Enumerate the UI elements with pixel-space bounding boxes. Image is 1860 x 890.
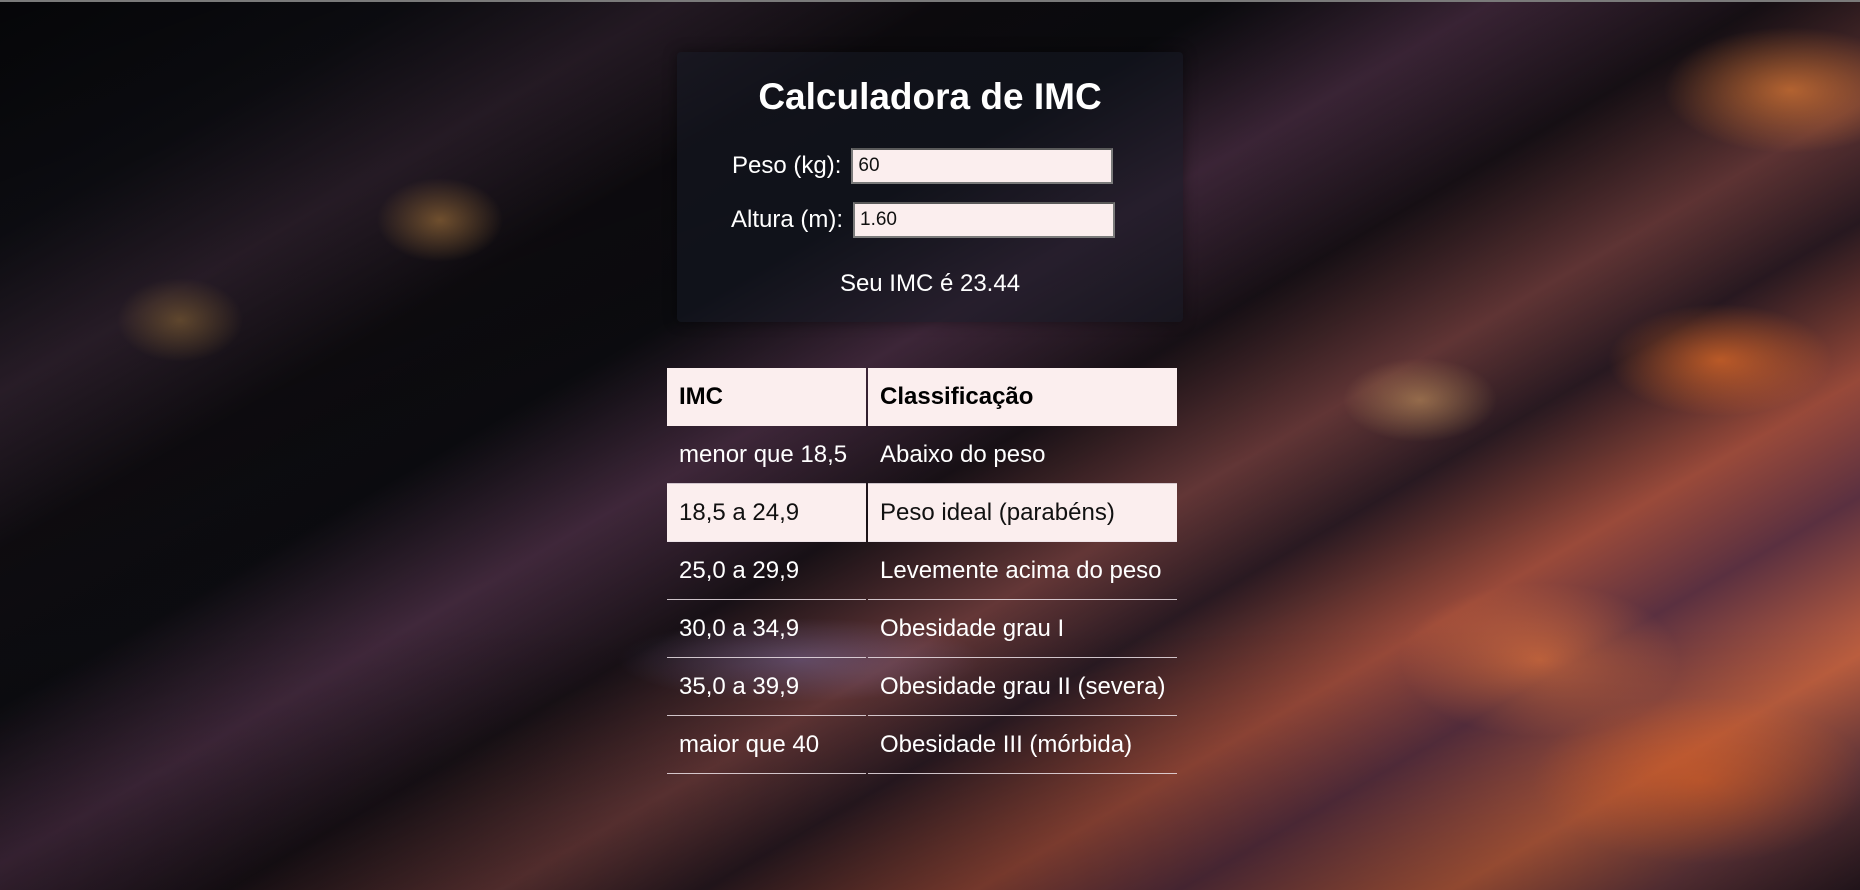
imc-range-cell: 35,0 a 39,9 [667, 658, 866, 716]
imc-range-cell: 30,0 a 34,9 [667, 600, 866, 658]
imc-range-cell: menor que 18,5 [667, 426, 866, 484]
header-imc: IMC [667, 368, 866, 426]
imc-range-cell: 25,0 a 29,9 [667, 542, 866, 600]
imc-range-cell: 18,5 a 24,9 [667, 484, 866, 542]
classification-cell: Obesidade grau II (severa) [868, 658, 1178, 716]
altura-row: Altura (m): [731, 200, 1116, 240]
header-classificacao: Classificação [868, 368, 1178, 426]
table-row: menor que 18,5 Abaixo do peso [667, 426, 1178, 484]
altura-input[interactable] [853, 202, 1116, 238]
imc-classification-table: IMC Classificação menor que 18,5 Abaixo … [665, 368, 1179, 774]
table-row: 35,0 a 39,9 Obesidade grau II (severa) [667, 658, 1178, 716]
table-row: 25,0 a 29,9 Levemente acima do peso [667, 542, 1178, 600]
peso-label: Peso (kg): [732, 152, 842, 179]
peso-input[interactable] [851, 148, 1114, 184]
page-title: Calculadora de IMC [758, 76, 1102, 117]
peso-row: Peso (kg): [732, 146, 1114, 186]
table-row-highlighted: 18,5 a 24,9 Peso ideal (parabéns) [667, 484, 1178, 542]
imc-result: Seu IMC é 23.44 [839, 270, 1021, 297]
altura-label: Altura (m): [731, 206, 844, 233]
table-header-row: IMC Classificação [667, 368, 1178, 426]
table-row: maior que 40 Obesidade III (mórbida) [667, 716, 1178, 774]
classification-cell: Obesidade grau I [868, 600, 1178, 658]
classification-cell: Obesidade III (mórbida) [868, 716, 1178, 774]
classification-cell: Peso ideal (parabéns) [868, 484, 1178, 542]
imc-range-cell: maior que 40 [667, 716, 866, 774]
window-top-border [0, 0, 1860, 2]
calculator-card: Calculadora de IMC Peso (kg): Altura (m)… [677, 52, 1183, 322]
classification-cell: Levemente acima do peso [868, 542, 1178, 600]
table-row: 30,0 a 34,9 Obesidade grau I [667, 600, 1178, 658]
classification-cell: Abaixo do peso [868, 426, 1178, 484]
